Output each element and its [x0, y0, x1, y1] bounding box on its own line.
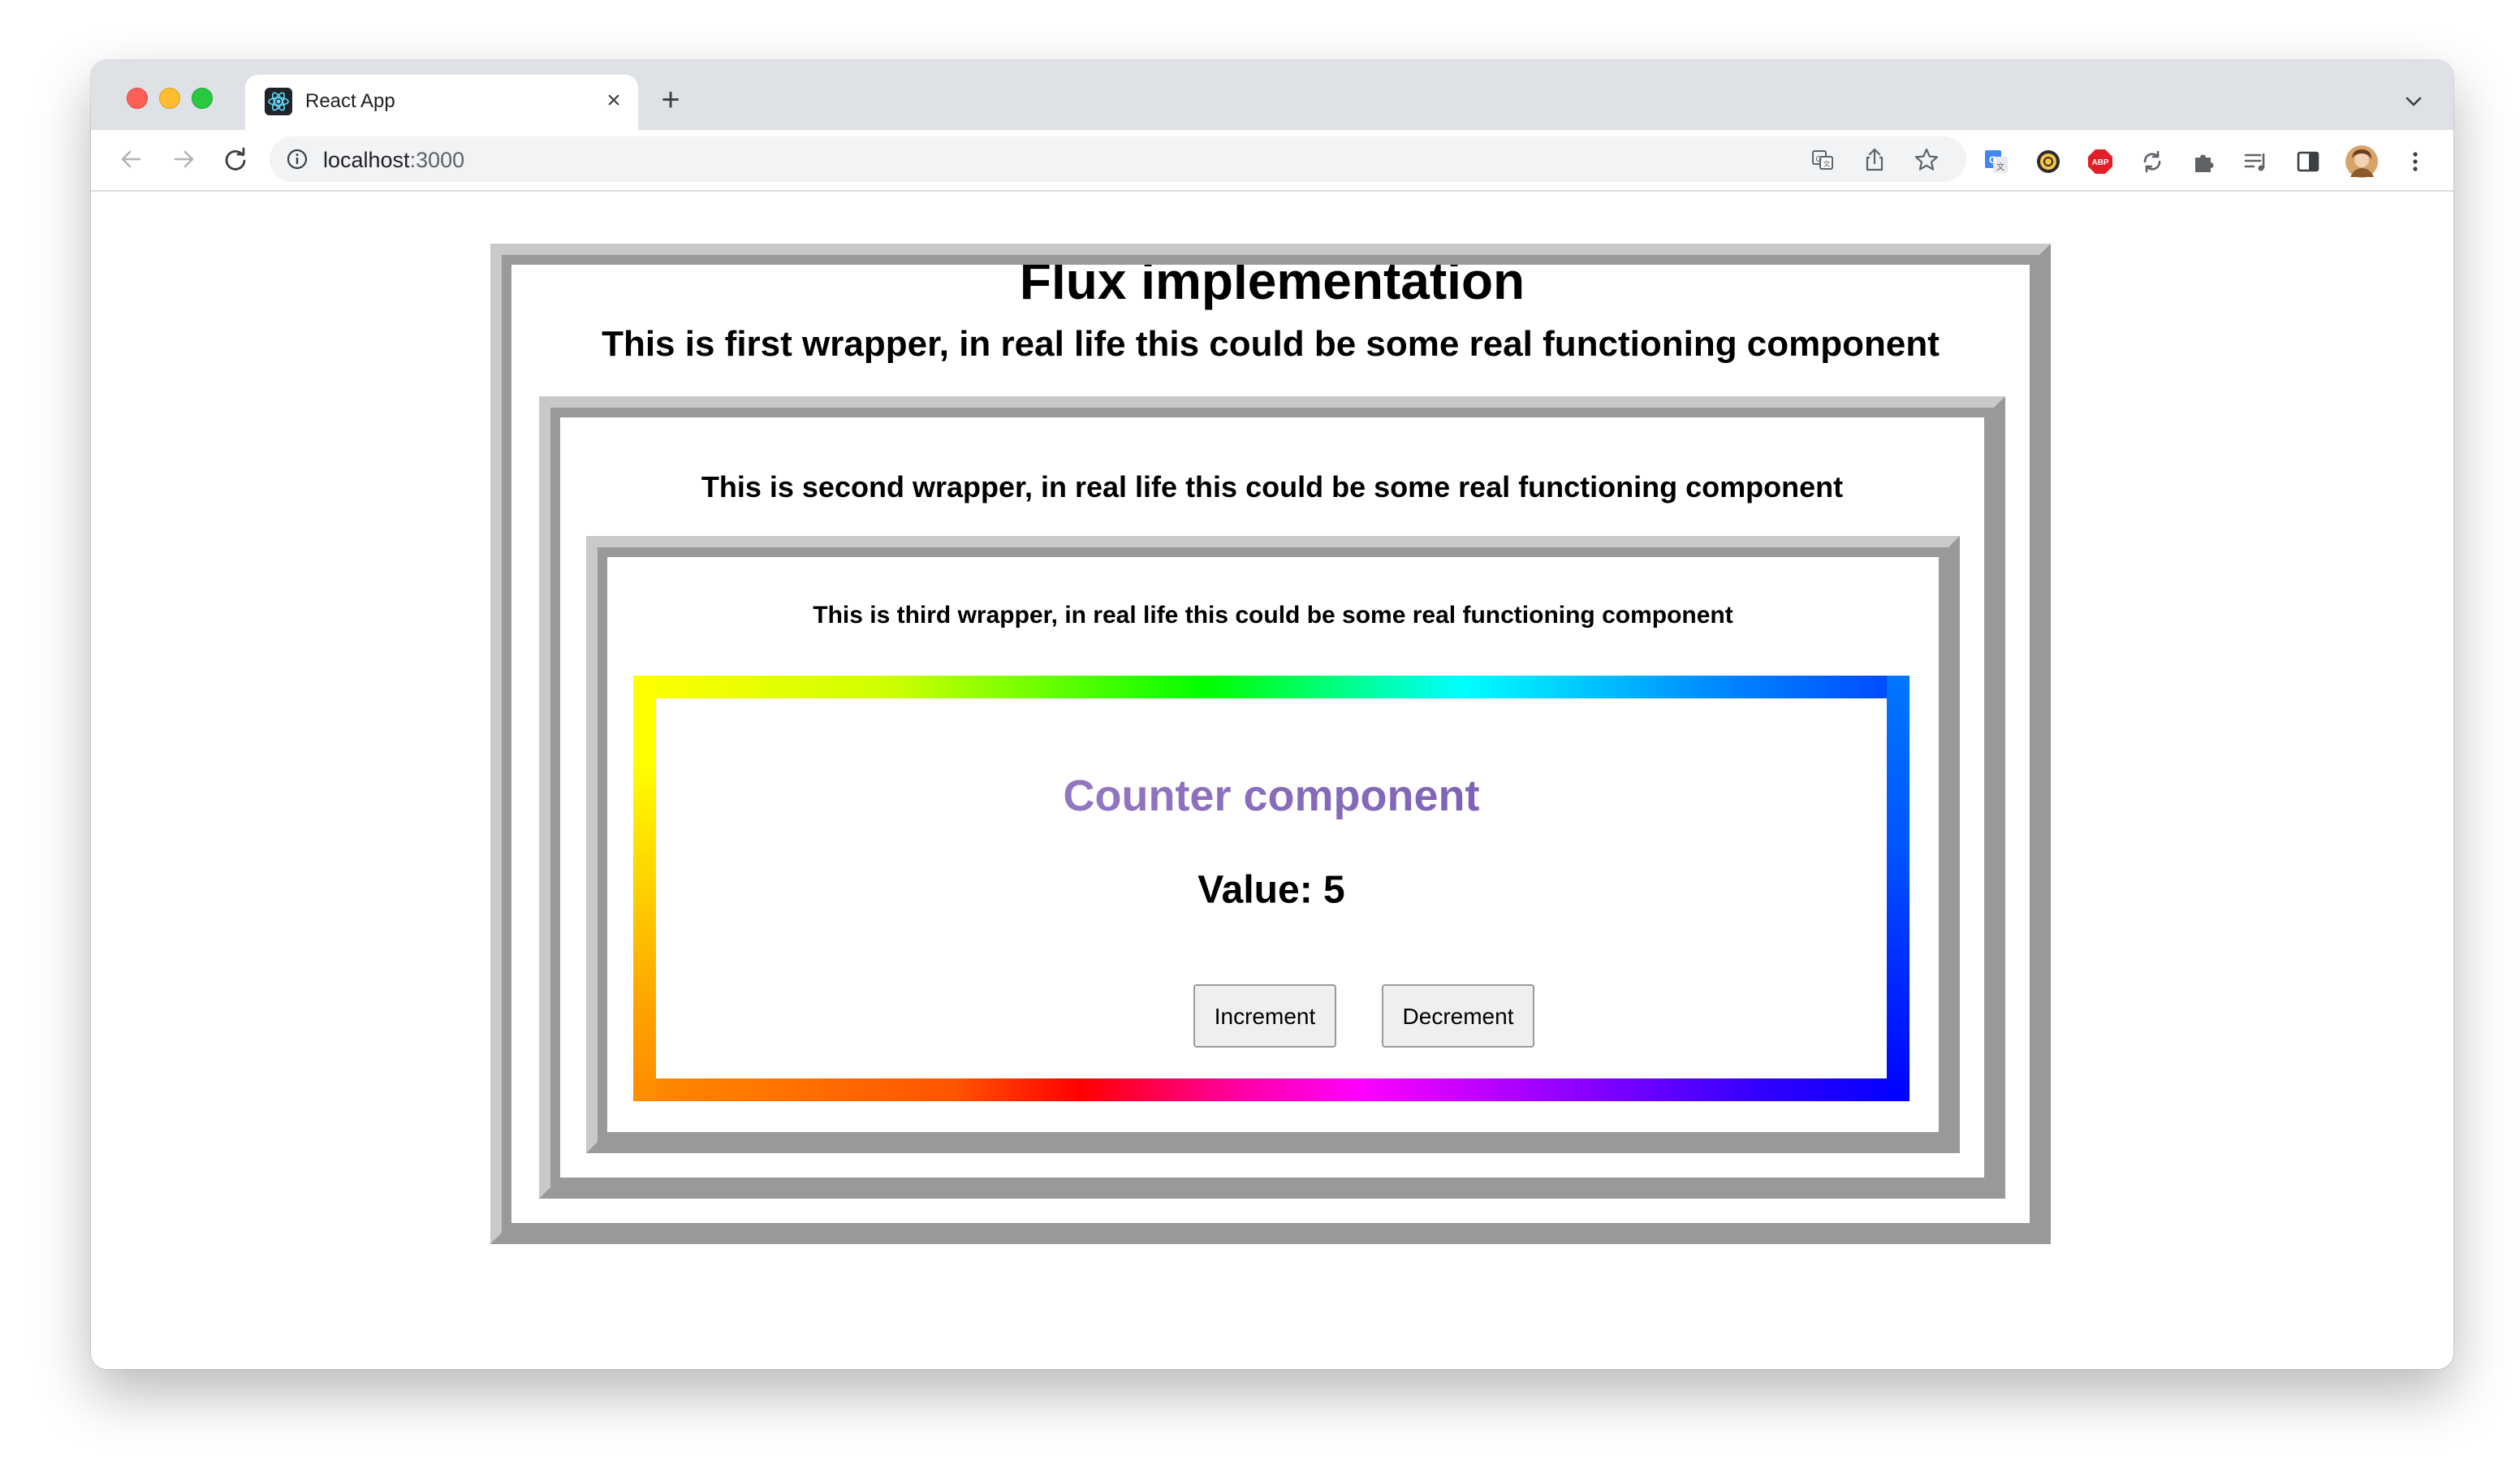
- counter-title: Counter component: [656, 771, 1887, 821]
- url-host: localhost: [323, 148, 410, 172]
- reading-list-icon[interactable]: [2242, 148, 2270, 175]
- address-bar[interactable]: localhost:3000 G 文: [270, 136, 1966, 182]
- counter-component: Counter component Value: 5 Increment Dec…: [656, 698, 1887, 1078]
- reload-icon[interactable]: [218, 141, 253, 177]
- svg-text:ABP: ABP: [2091, 158, 2108, 167]
- google-translate-icon[interactable]: G 文: [1983, 148, 2010, 175]
- maximize-window-button[interactable]: [192, 88, 213, 109]
- increment-button[interactable]: Increment: [1193, 984, 1336, 1048]
- extension-coin-icon[interactable]: [2035, 148, 2062, 175]
- close-tab-icon[interactable]: ×: [601, 84, 627, 117]
- adblock-icon[interactable]: ABP: [2086, 148, 2114, 175]
- tab-title: React App: [305, 90, 395, 112]
- new-tab-button[interactable]: +: [654, 84, 687, 117]
- minimize-window-button[interactable]: [159, 88, 180, 109]
- chevron-down-icon[interactable]: [2401, 89, 2426, 114]
- close-window-button[interactable]: [127, 88, 148, 109]
- puzzle-icon[interactable]: [2190, 148, 2218, 175]
- info-icon[interactable]: [286, 148, 309, 171]
- avatar[interactable]: [2345, 145, 2379, 179]
- browser-toolbar: localhost:3000 G 文 G 文 ABP: [91, 130, 2453, 192]
- more-vert-icon[interactable]: [2401, 148, 2429, 175]
- react-icon: [265, 88, 292, 115]
- svg-text:文: 文: [1823, 159, 1831, 168]
- svg-text:G: G: [1989, 154, 1996, 166]
- back-arrow-icon[interactable]: [114, 141, 149, 177]
- counter-value: Value: 5: [1197, 868, 1345, 912]
- sync-icon[interactable]: [2138, 148, 2166, 175]
- svg-text:G: G: [1816, 155, 1823, 164]
- decrement-button[interactable]: Decrement: [1382, 984, 1534, 1048]
- tab-react-app[interactable]: React App ×: [245, 75, 638, 130]
- share-icon[interactable]: [1861, 146, 1888, 174]
- url-text[interactable]: localhost:3000: [323, 148, 464, 173]
- star-icon[interactable]: [1913, 146, 1940, 174]
- forward-arrow-icon[interactable]: [166, 141, 201, 177]
- tab-strip: React App × +: [91, 60, 2453, 130]
- svg-text:文: 文: [1996, 162, 2004, 172]
- browser-window: React App × + localhost:3000 G 文 G 文 ABP…: [91, 60, 2453, 1369]
- translate-icon[interactable]: G 文: [1809, 146, 1836, 174]
- side-panel-icon[interactable]: [2294, 148, 2322, 175]
- url-port: :3000: [409, 148, 465, 172]
